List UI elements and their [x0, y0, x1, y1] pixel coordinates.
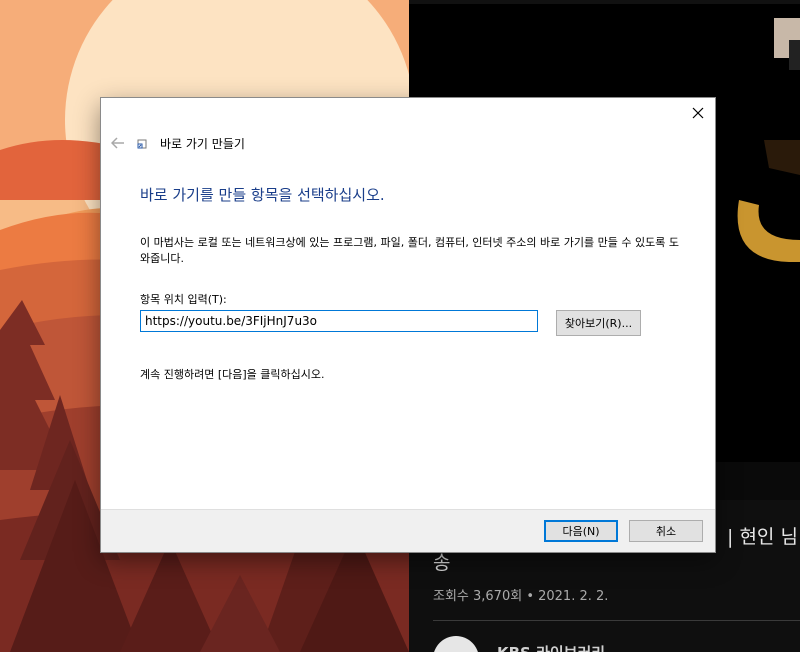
create-shortcut-dialog: 바로 가기 만들기 바로 가기를 만들 항목을 선택하십시오. 이 마법사는 로…	[101, 98, 715, 552]
video-title-line2: 송	[433, 552, 451, 574]
location-label: 항목 위치 입력(T):	[140, 293, 227, 306]
close-icon	[692, 107, 704, 119]
next-button[interactable]: 다음(N)	[544, 520, 618, 542]
back-arrow-icon	[111, 137, 124, 149]
divider	[433, 620, 800, 621]
shortcut-wizard-icon	[137, 139, 147, 149]
video-title-tail: | 현인 님	[727, 526, 798, 548]
continue-instruction: 계속 진행하려면 [다음]을 클릭하십시오.	[140, 368, 325, 381]
main-instruction-heading: 바로 가기를 만들 항목을 선택하십시오.	[140, 186, 385, 204]
channel-avatar[interactable]	[433, 636, 479, 652]
video-meta: 조회수 3,670회 • 2021. 2. 2.	[433, 589, 609, 604]
location-input[interactable]	[140, 310, 538, 332]
cancel-button[interactable]: 취소	[629, 520, 703, 542]
wizard-description: 이 마법사는 로컬 또는 네트워크상에 있는 프로그램, 파일, 폴더, 컴퓨터…	[140, 236, 679, 265]
dialog-footer: 다음(N) 취소	[101, 509, 715, 552]
channel-name[interactable]: KBS 라이브러리	[497, 642, 605, 652]
dialog-title: 바로 가기 만들기	[160, 137, 245, 151]
browse-button[interactable]: 찾아보기(R)...	[556, 310, 641, 336]
back-button[interactable]	[109, 134, 127, 152]
close-button[interactable]	[681, 98, 715, 128]
